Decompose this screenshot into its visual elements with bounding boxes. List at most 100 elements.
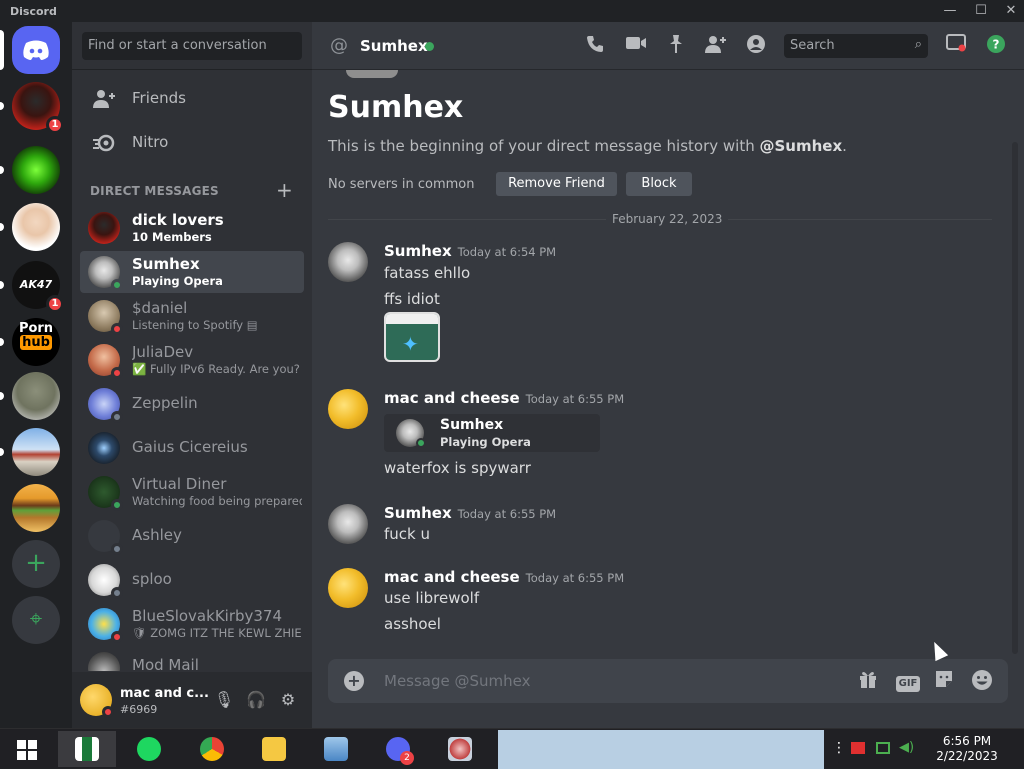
system-clock[interactable]: 6:56 PM 2/22/2023	[930, 734, 1004, 764]
mention-badge: 1	[46, 116, 64, 134]
gift-icon[interactable]	[856, 669, 880, 693]
maximize-button[interactable]: ☐	[966, 0, 996, 22]
date-divider: February 22, 2023	[606, 212, 729, 226]
help-icon[interactable]: ?	[984, 34, 1008, 58]
overflow-icon[interactable]: ⋮	[832, 740, 846, 756]
dm-item[interactable]: sploo	[80, 559, 304, 601]
search-input[interactable]: Search ⌕	[784, 34, 928, 58]
volume-icon[interactable]: ◀)	[899, 740, 914, 755]
flag-icon[interactable]	[851, 742, 865, 754]
server-icon[interactable]: 1	[0, 82, 64, 134]
mutual-servers-text: No servers in common	[328, 177, 475, 192]
author-name[interactable]: Sumhex	[384, 242, 452, 260]
home-button[interactable]	[0, 26, 60, 74]
taskbar-app[interactable]	[183, 731, 241, 767]
settings-gear-icon[interactable]: ⚙	[276, 688, 300, 712]
dm-item[interactable]: JuliaDev ✅ Fully IPv6 Ready. Are you?	[80, 339, 304, 381]
minimize-button[interactable]: —	[935, 0, 965, 22]
avatar[interactable]	[328, 242, 368, 282]
find-conversation-input[interactable]: Find or start a conversation	[82, 32, 302, 60]
taskbar-app[interactable]	[120, 731, 178, 767]
gif-button[interactable]: GIF	[894, 669, 922, 693]
inbox-icon[interactable]	[944, 34, 968, 58]
status-online-icon	[425, 42, 434, 51]
star-icon: ✦	[402, 332, 419, 356]
close-button[interactable]: ✕	[996, 0, 1024, 22]
avatar[interactable]	[328, 504, 368, 544]
dm-item[interactable]: Ashley	[80, 515, 304, 557]
create-dm-button[interactable]: +	[276, 178, 293, 202]
dm-item[interactable]: $daniel Listening to Spotify ▤	[80, 295, 304, 337]
status-dnd-icon	[102, 706, 114, 718]
add-friend-icon[interactable]	[704, 34, 728, 58]
status-offline-icon	[111, 543, 123, 555]
add-server-button[interactable]: +	[12, 540, 60, 588]
remove-friend-button[interactable]: Remove Friend	[496, 172, 617, 196]
server-icon[interactable]	[0, 146, 60, 194]
taskbar-app[interactable]	[431, 731, 489, 767]
avatar[interactable]	[328, 389, 368, 429]
chat-scrollbar[interactable]	[1012, 142, 1018, 654]
taskbar-app[interactable]: 2	[369, 731, 427, 767]
intro-title: Sumhex	[328, 90, 464, 125]
server-icon[interactable]: AK47 1	[0, 261, 64, 313]
emoji-icon[interactable]	[970, 669, 994, 693]
windows-logo-icon	[17, 740, 37, 760]
dm-item[interactable]: dick lovers 10 Members	[80, 207, 304, 249]
monitor-icon	[324, 737, 348, 761]
author-name[interactable]: mac and cheese	[384, 568, 520, 586]
message-input[interactable]: Message @Sumhex	[384, 672, 531, 690]
explore-servers-button[interactable]: ⌖	[12, 596, 60, 644]
status-dnd-icon	[111, 367, 123, 379]
taskbar-active-window[interactable]	[498, 730, 824, 769]
image-attachment[interactable]: ✦	[384, 312, 440, 362]
direct-messages-header: DIRECT MESSAGES	[90, 184, 219, 198]
block-button[interactable]: Block	[626, 172, 692, 196]
nav-nitro[interactable]: Nitro	[80, 122, 304, 164]
status-online-icon	[111, 499, 123, 511]
sticker-icon[interactable]	[932, 669, 956, 693]
intro-avatar	[346, 70, 398, 78]
video-call-icon[interactable]	[624, 34, 648, 58]
microphone-icon[interactable]: 🎙	[212, 688, 236, 712]
server-icon[interactable]	[12, 484, 60, 532]
avatar	[88, 212, 120, 244]
app-icon	[75, 737, 99, 761]
avatar[interactable]	[328, 568, 368, 608]
at-icon: @	[330, 35, 348, 56]
dm-item[interactable]: Gaius Cicereius	[80, 427, 304, 469]
taskbar-app[interactable]	[307, 731, 365, 767]
taskbar-app[interactable]	[58, 731, 116, 767]
app-icon	[448, 737, 472, 761]
user-embed[interactable]: Sumhex Playing Opera	[384, 414, 600, 452]
nitro-icon	[93, 134, 115, 152]
dm-item[interactable]: BlueSlovakKirby374 🛡 ZOMG ITZ THE KEWL Z…	[80, 603, 304, 645]
user-profile-icon[interactable]	[744, 34, 768, 58]
network-icon[interactable]	[876, 742, 890, 754]
nav-label: Nitro	[132, 133, 169, 151]
start-button[interactable]	[0, 731, 58, 767]
headset-icon[interactable]: 🎧	[244, 688, 268, 712]
add-attachment-icon[interactable]: +	[344, 671, 364, 691]
server-icon[interactable]	[0, 203, 60, 251]
pin-icon[interactable]	[664, 34, 688, 58]
server-icon[interactable]	[0, 428, 60, 476]
dm-item[interactable]: Virtual Diner Watching food being prepar…	[80, 471, 304, 513]
server-icon[interactable]: Porn hub	[0, 318, 60, 366]
taskbar-app[interactable]	[245, 731, 303, 767]
message-composer[interactable]: + Message @Sumhex GIF	[328, 659, 1008, 703]
nav-friends[interactable]: Friends	[80, 78, 304, 120]
intro-text: This is the beginning of your direct mes…	[328, 137, 847, 155]
status-offline-icon	[111, 411, 123, 423]
status-online-icon	[111, 279, 123, 291]
voice-call-icon[interactable]	[583, 34, 607, 58]
author-name[interactable]: mac and cheese	[384, 389, 520, 407]
chrome-icon	[200, 737, 224, 761]
avatar	[88, 652, 120, 671]
dm-item[interactable]: Sumhex Playing Opera	[80, 251, 304, 293]
server-icon[interactable]	[0, 372, 60, 420]
dm-item[interactable]: Mod Mail	[80, 647, 304, 671]
dm-item[interactable]: Zeppelin	[80, 383, 304, 425]
app-title: Discord	[10, 5, 57, 18]
author-name[interactable]: Sumhex	[384, 504, 452, 522]
